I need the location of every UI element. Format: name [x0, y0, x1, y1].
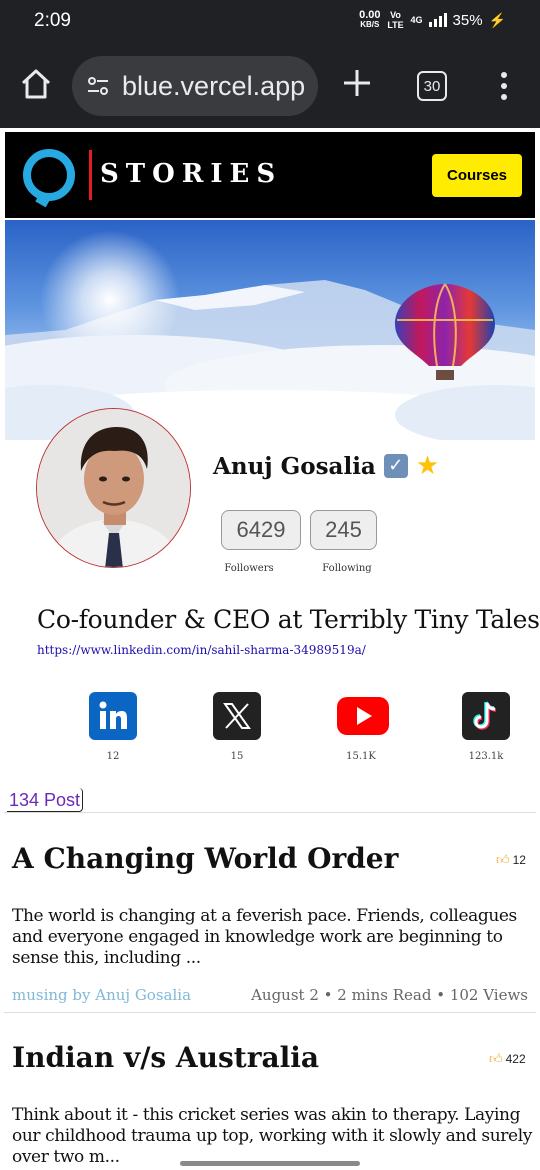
cover-illustration — [5, 230, 535, 440]
social-x[interactable]: 15 — [213, 692, 261, 762]
status-indicators: 0.00 KB/S Vo LTE 4G 35% ⚡ — [359, 10, 506, 31]
home-icon[interactable] — [18, 66, 54, 102]
more-menu-icon[interactable] — [494, 70, 514, 102]
logo-icon[interactable] — [23, 149, 75, 201]
tab-switcher-button[interactable]: 30 — [417, 71, 447, 101]
following-count[interactable]: 245 — [310, 510, 377, 550]
post-title[interactable]: A Changing World Order — [12, 842, 398, 875]
youtube-count: 15.1K — [346, 751, 376, 762]
avatar-photo — [37, 409, 190, 567]
tiktok-count: 123.1k — [468, 751, 504, 762]
profile-name: Anuj Gosalia — [213, 452, 376, 480]
following-label: Following — [322, 563, 372, 574]
post-likes-count: 422 — [505, 1052, 526, 1066]
post-likes-count: 12 — [512, 853, 526, 867]
profile-bio: Co-founder & CEO at Terribly Tiny Tales — [37, 605, 540, 634]
battery-level: 35% — [452, 11, 483, 29]
site-settings-icon[interactable] — [86, 74, 110, 98]
linkedin-count: 12 — [106, 751, 120, 762]
followers-count[interactable]: 6429 — [221, 510, 301, 550]
post-likes[interactable]: 👍︎ 12 — [496, 852, 526, 868]
post-count-tab[interactable]: 134 Post — [7, 788, 84, 812]
x-count: 15 — [230, 751, 244, 762]
post-title[interactable]: Indian v/s Australia — [12, 1041, 319, 1074]
charging-icon: ⚡ — [488, 11, 506, 28]
gesture-handle[interactable] — [180, 1161, 360, 1166]
thumbs-up-icon: 👍︎ — [496, 852, 510, 867]
linkedin-icon[interactable] — [89, 692, 137, 740]
new-tab-icon[interactable] — [340, 66, 374, 100]
divider — [4, 812, 536, 813]
cover-image — [5, 220, 535, 440]
thumbs-up-icon: 👍︎ — [489, 1051, 503, 1066]
address-bar[interactable]: blue.vercel.app — [72, 56, 318, 116]
signal-icon — [428, 13, 447, 27]
net-speed-unit: KB/S — [360, 20, 380, 29]
post-excerpt[interactable]: Think about it - this cricket series was… — [12, 1105, 532, 1168]
courses-button[interactable]: Courses — [432, 154, 522, 197]
logo-text[interactable]: STORIES — [100, 159, 282, 189]
followers-label: Followers — [224, 563, 274, 574]
profile-avatar[interactable] — [36, 408, 191, 568]
volte-indicator: Vo LTE — [387, 10, 404, 30]
social-tiktok[interactable]: 123.1k — [462, 692, 510, 762]
post-author[interactable]: musing by Anuj Gosalia — [12, 986, 191, 1004]
url-text: blue.vercel.app — [122, 70, 306, 101]
profile-link[interactable]: https://www.linkedin.com/in/sahil-sharma… — [37, 643, 366, 657]
browser-toolbar: blue.vercel.app 30 — [0, 44, 540, 128]
social-youtube[interactable]: 15.1K — [337, 692, 389, 762]
logo-divider — [89, 150, 92, 200]
star-icon: ★ — [415, 451, 440, 481]
net-speed: 0.00 KB/S — [359, 10, 380, 30]
divider — [4, 1012, 536, 1013]
status-bar: 2:09 0.00 KB/S Vo LTE 4G 35% ⚡ — [0, 0, 540, 44]
tiktok-icon[interactable] — [462, 692, 510, 740]
site-header: STORIES Courses — [5, 132, 535, 218]
post-excerpt[interactable]: The world is changing at a feverish pace… — [12, 906, 532, 969]
post-likes[interactable]: 👍︎ 422 — [489, 1051, 526, 1067]
post-meta: August 2 • 2 mins Read • 102 Views — [251, 986, 528, 1004]
status-time: 2:09 — [34, 10, 71, 31]
profile-name-row: Anuj Gosalia ✓ ★ — [213, 451, 439, 481]
verified-check-icon: ✓ — [383, 454, 408, 478]
net-speed-value: 0.00 — [359, 9, 381, 21]
x-icon[interactable] — [213, 692, 261, 740]
youtube-icon[interactable] — [337, 692, 389, 740]
network-type: 4G — [410, 15, 423, 25]
social-linkedin[interactable]: 12 — [89, 692, 137, 762]
